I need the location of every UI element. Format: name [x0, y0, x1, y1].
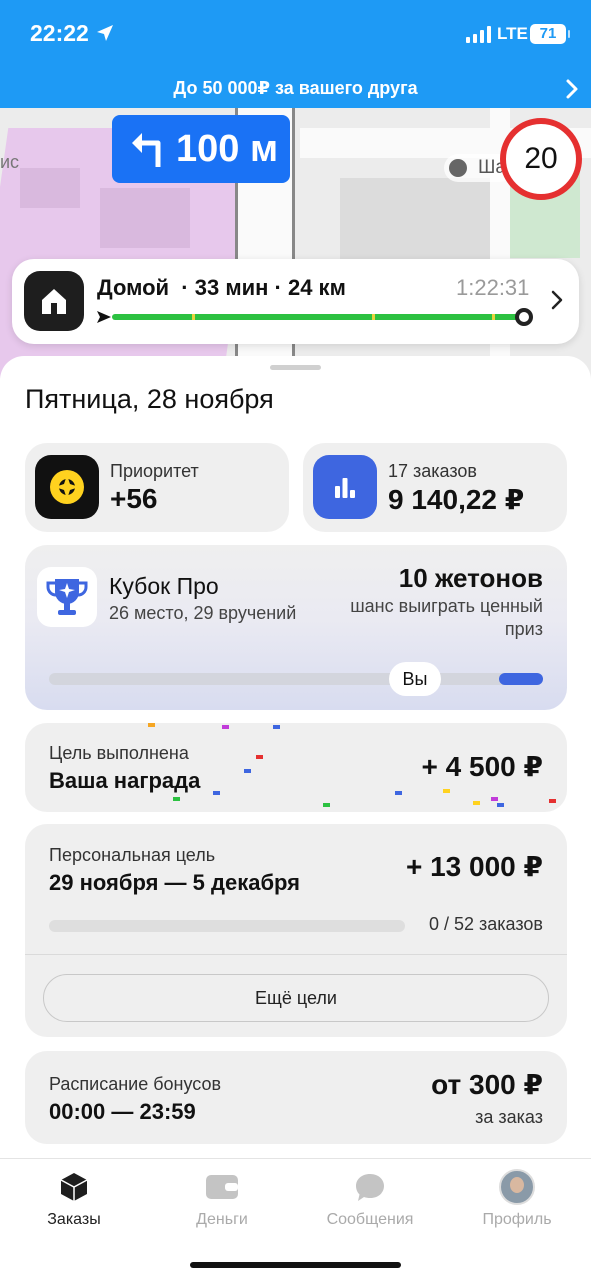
- route-progress-bar: [112, 314, 524, 320]
- confetti: [323, 803, 330, 807]
- turn-left-icon: [132, 133, 161, 167]
- confetti: [148, 723, 155, 727]
- chart-icon: [313, 455, 377, 519]
- network-type: LTE: [497, 24, 528, 43]
- confetti: [491, 797, 498, 801]
- cup-title: Кубок Про: [109, 573, 219, 599]
- tab-profile-label: Профиль: [482, 1211, 552, 1228]
- personal-goal-period: 29 ноября — 5 декабря: [49, 870, 301, 895]
- status-bar: 22:22 LTE 71: [0, 0, 591, 70]
- goal-done-card[interactable]: Цель выполнена Ваша награда + 4 500 ₽: [25, 723, 567, 812]
- tab-profile[interactable]: Профиль: [457, 1167, 577, 1229]
- goal-done-amount: + 4 500 ₽: [421, 751, 543, 782]
- priority-card[interactable]: Приоритет +56: [25, 443, 289, 532]
- route-destination: Домой: [97, 275, 170, 300]
- priority-label: Приоритет: [110, 461, 199, 481]
- trophy-icon: [37, 567, 97, 627]
- confetti: [244, 769, 251, 773]
- tab-orders-label: Заказы: [47, 1211, 101, 1228]
- confetti: [213, 791, 220, 795]
- cup-progress-track: [49, 673, 543, 685]
- cube-icon: [14, 1167, 134, 1207]
- confetti: [497, 803, 504, 807]
- route-card[interactable]: Домой · 33 мин · 24 км 1:22:31: [12, 259, 579, 344]
- route-eta: 1:22:31: [456, 275, 530, 300]
- schedule-label: Расписание бонусов: [49, 1074, 222, 1094]
- traffic-marker: [492, 314, 495, 320]
- cup-progress-fill: [499, 673, 543, 685]
- route-separator: ·: [175, 275, 195, 300]
- personal-goal-progress-text: 0 / 52 заказов: [428, 914, 543, 934]
- orders-count: 17 заказов: [388, 461, 477, 481]
- personal-goal-amount: + 13 000 ₽: [405, 851, 543, 882]
- chat-icon: [310, 1167, 430, 1207]
- cup-you-marker: Вы: [389, 662, 441, 696]
- status-time: 22:22: [30, 20, 89, 46]
- sheet-date: Пятница, 28 ноября: [25, 384, 274, 414]
- home-icon: [24, 271, 84, 331]
- avatar: [499, 1169, 535, 1205]
- orders-card[interactable]: 17 заказов 9 140,22 ₽: [303, 443, 567, 532]
- map-label: ис: [0, 152, 20, 172]
- priority-value: +56: [110, 483, 158, 514]
- schedule-per-order: за заказ: [475, 1107, 543, 1127]
- chevron-right-icon: [565, 76, 579, 112]
- turn-distance: 100 м: [176, 128, 279, 170]
- priority-icon: [35, 455, 99, 519]
- route-separator: ·: [268, 275, 288, 300]
- confetti: [222, 725, 229, 729]
- restaurant-icon: [449, 159, 467, 177]
- more-goals-button[interactable]: Ещё цели: [43, 974, 549, 1022]
- wallet-icon: [162, 1167, 282, 1207]
- map-building: [100, 188, 190, 248]
- cup-card[interactable]: Кубок Про 26 место, 29 вручений 10 жетон…: [25, 545, 567, 710]
- signal-icon: [466, 26, 491, 43]
- bottom-sheet: Пятница, 28 ноября Приоритет +56 17 зака…: [0, 356, 591, 1280]
- route-start-marker: [96, 309, 112, 330]
- location-arrow-icon: [96, 24, 114, 47]
- personal-goal-label: Персональная цель: [49, 845, 216, 865]
- confetti: [173, 797, 180, 801]
- schedule-amount: от 300 ₽: [431, 1069, 543, 1100]
- confetti: [395, 791, 402, 795]
- schedule-time: 00:00 — 23:59: [49, 1099, 196, 1124]
- tab-messages[interactable]: Сообщения: [310, 1167, 430, 1229]
- confetti: [256, 755, 263, 759]
- orders-earnings: 9 140,22 ₽: [388, 484, 525, 515]
- promo-text: До 50 000₽ за вашего друга: [173, 78, 418, 98]
- chevron-right-icon: [550, 289, 564, 316]
- personal-goal-card[interactable]: Персональная цель 29 ноября — 5 декабря …: [25, 824, 567, 1037]
- tab-messages-label: Сообщения: [326, 1211, 414, 1228]
- confetti: [473, 801, 480, 805]
- cup-chance: шанс выиграть ценный приз: [350, 596, 543, 639]
- tab-orders[interactable]: Заказы: [14, 1167, 134, 1229]
- route-distance: 24 км: [287, 275, 346, 300]
- confetti: [443, 789, 450, 793]
- confetti: [549, 799, 556, 803]
- tab-money[interactable]: Деньги: [162, 1167, 282, 1229]
- cup-subtitle: 26 место, 29 вручений: [109, 603, 297, 623]
- route-summary: Домой · 33 мин · 24 км: [97, 275, 346, 301]
- traffic-marker: [192, 314, 195, 320]
- route-end-marker: [515, 308, 533, 326]
- cup-tokens: 10 жетонов: [398, 563, 543, 593]
- traffic-marker: [372, 314, 375, 320]
- speed-limit-sign: 20: [500, 118, 582, 200]
- confetti: [273, 725, 280, 729]
- home-indicator[interactable]: [190, 1262, 401, 1268]
- divider: [25, 954, 567, 955]
- promo-banner[interactable]: До 50 000₽ за вашего друга: [0, 70, 591, 108]
- battery-icon: 71: [530, 24, 570, 44]
- turn-instruction: 100 м: [112, 115, 290, 183]
- route-duration: 33 мин: [194, 275, 269, 300]
- personal-goal-progress-bar: [49, 920, 405, 932]
- goal-done-title: Ваша награда: [49, 768, 201, 793]
- sheet-grabber[interactable]: [270, 365, 321, 370]
- goal-done-label: Цель выполнена: [49, 743, 189, 763]
- bonus-schedule-card[interactable]: Расписание бонусов 00:00 — 23:59 от 300 …: [25, 1051, 567, 1144]
- tab-money-label: Деньги: [196, 1211, 248, 1228]
- map-building: [20, 168, 80, 208]
